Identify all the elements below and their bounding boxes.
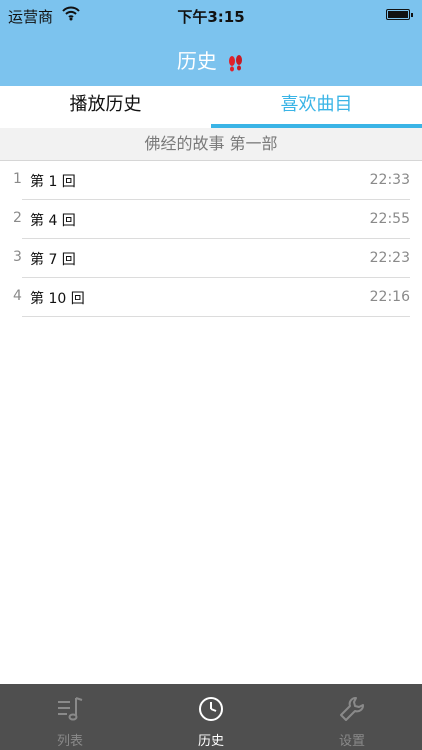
tabbar-label-settings: 设置 [338,734,365,749]
track-list: 1 第 1 回 22:33 2 第 4 回 22:55 3 第 7 回 22:2… [0,161,422,317]
wrench-icon [340,697,364,721]
item-index: 2 [13,210,22,226]
list-item[interactable]: 4 第 10 回 22:16 [0,278,422,317]
tabbar-item-list[interactable]: 列表 [0,684,140,750]
item-title: 第 7 回 [30,252,76,268]
clock-label: 下午3:15 [177,8,245,26]
tabbar-label-list: 列表 [56,734,83,749]
footprints-icon [229,54,243,71]
clock-icon [199,697,223,721]
page-title: 历史 [0,45,422,75]
list-item[interactable]: 2 第 4 回 22:55 [0,200,422,239]
tabbar-item-settings[interactable]: 设置 [282,684,422,750]
tab-play-history[interactable]: 播放历史 [0,86,211,128]
list-item[interactable]: 1 第 1 回 22:33 [0,161,422,200]
nav-header: 运营商 下午3:15 历史 [0,0,422,86]
section-header: 佛经的故事 第一部 [0,128,422,161]
item-index: 3 [13,249,22,265]
item-index: 4 [13,288,22,304]
battery-icon [386,9,413,20]
item-index: 1 [13,171,22,187]
list-item[interactable]: 3 第 7 回 22:23 [0,239,422,278]
segment-tabs: 播放历史 喜欢曲目 [0,86,422,128]
item-title: 第 4 回 [30,213,76,229]
item-duration: 22:23 [369,250,410,266]
tabbar-item-history[interactable]: 历史 [141,684,281,750]
music-list-icon [58,697,83,721]
item-duration: 22:16 [369,289,410,305]
item-duration: 22:55 [369,211,410,227]
tab-favorites[interactable]: 喜欢曲目 [211,86,422,128]
item-duration: 22:33 [369,172,410,188]
row-divider [22,316,410,317]
item-title: 第 1 回 [30,174,76,190]
page-title-text: 历史 [176,49,217,73]
item-title: 第 10 回 [30,291,85,307]
status-bar: 运营商 下午3:15 [0,0,422,30]
bottom-tab-bar: 列表 历史 设置 [0,684,422,750]
tabbar-label-history: 历史 [197,734,224,749]
